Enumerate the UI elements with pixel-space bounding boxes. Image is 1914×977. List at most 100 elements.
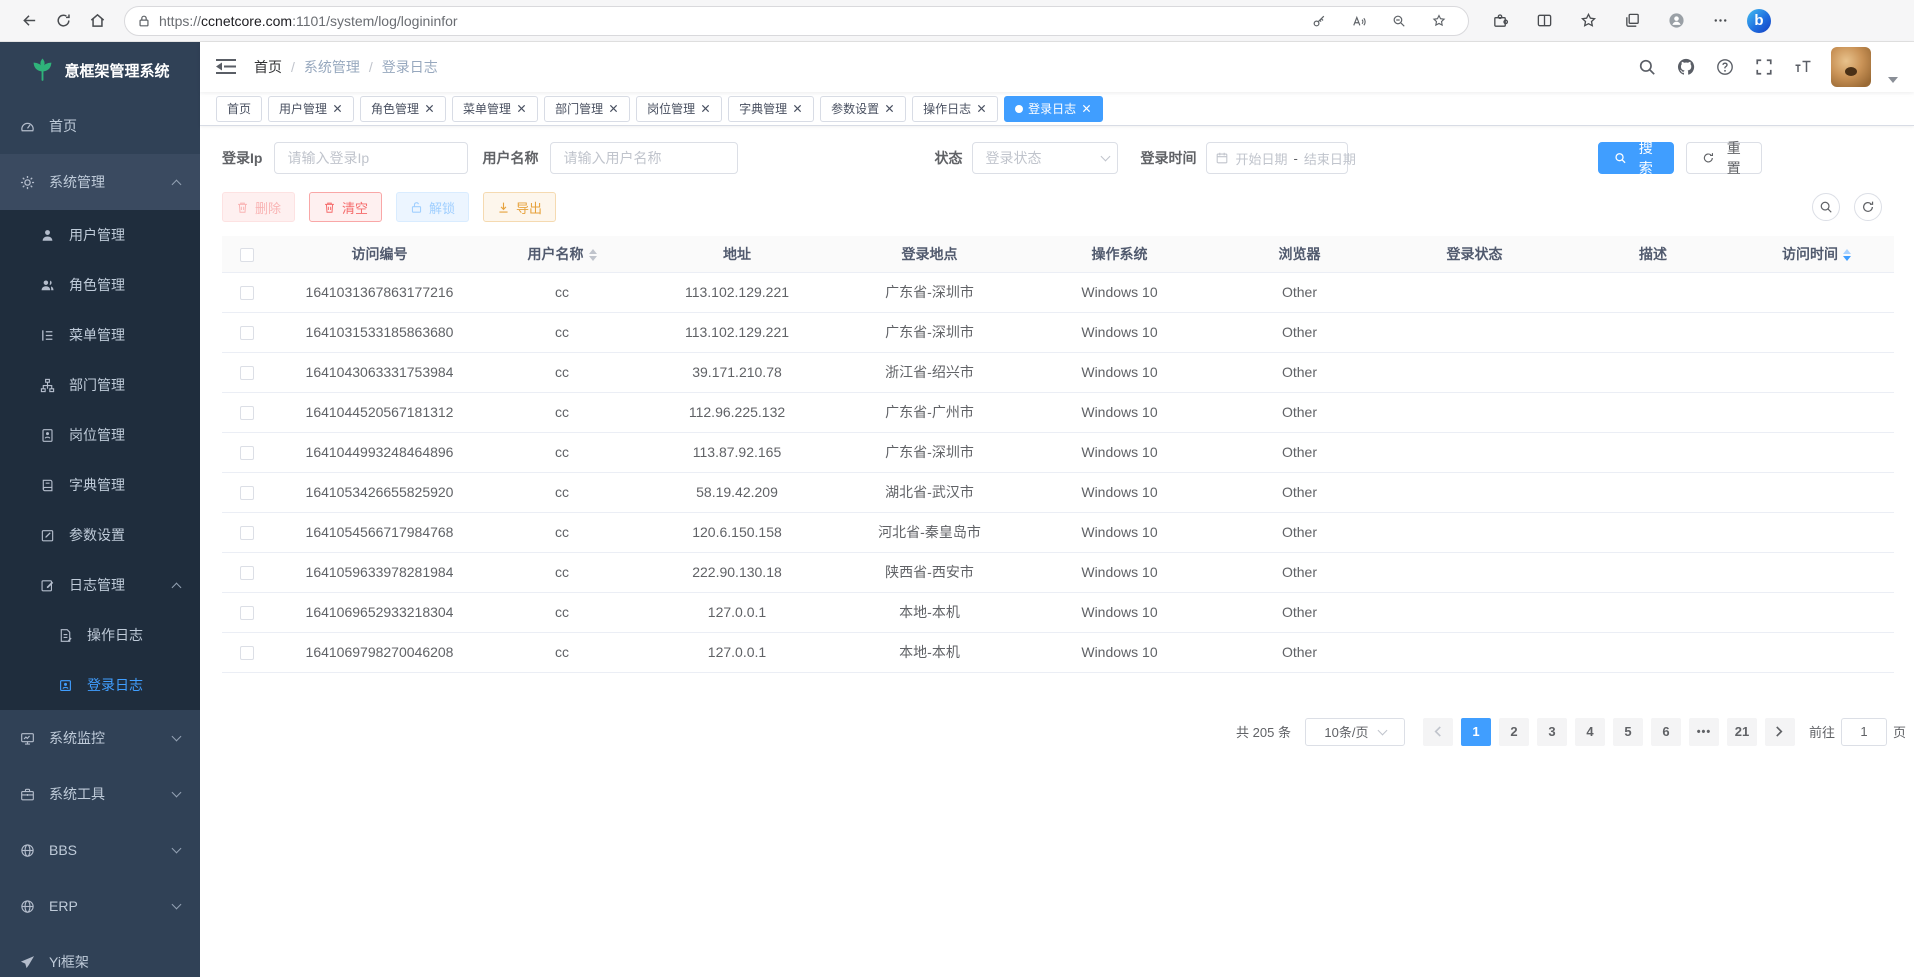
row-checkbox[interactable] <box>240 286 254 300</box>
close-icon[interactable] <box>976 103 987 114</box>
page-button-4[interactable]: 4 <box>1575 718 1605 746</box>
tab-role-mgmt[interactable]: 角色管理 <box>360 96 446 122</box>
tab-user-mgmt[interactable]: 用户管理 <box>268 96 354 122</box>
page-button-last[interactable]: 21 <box>1727 718 1757 746</box>
row-checkbox[interactable] <box>240 486 254 500</box>
table-row[interactable]: 1641053426655825920 cc 58.19.42.209 湖北省-… <box>222 472 1894 512</box>
col-header-visit-time[interactable]: 访问时间 <box>1739 236 1894 272</box>
sidebar-item-log-mgmt[interactable]: 日志管理 <box>0 560 200 610</box>
header-search-icon[interactable] <box>1636 56 1658 78</box>
sidebar-item-system-tools[interactable]: 系统工具 <box>0 766 200 822</box>
sidebar-item-op-log[interactable]: 操作日志 <box>0 610 200 660</box>
clear-button[interactable]: 清空 <box>309 192 382 222</box>
user-avatar[interactable] <box>1831 47 1871 87</box>
table-search-toggle-icon[interactable] <box>1812 193 1840 221</box>
search-button[interactable]: 搜索 <box>1598 142 1674 174</box>
collections-icon[interactable] <box>1615 6 1649 36</box>
close-icon[interactable] <box>608 103 619 114</box>
github-icon[interactable] <box>1675 56 1697 78</box>
browser-more-menu-icon[interactable] <box>1703 6 1737 36</box>
sidebar-item-system-monitor[interactable]: 系统监控 <box>0 710 200 766</box>
delete-button[interactable]: 删除 <box>222 192 295 222</box>
table-row[interactable]: 1641043063331753984 cc 39.171.210.78 浙江省… <box>222 352 1894 392</box>
close-icon[interactable] <box>332 103 343 114</box>
sidebar-item-menu-mgmt[interactable]: 菜单管理 <box>0 310 200 360</box>
sidebar-item-user-mgmt[interactable]: 用户管理 <box>0 210 200 260</box>
sidebar-item-role-mgmt[interactable]: 角色管理 <box>0 260 200 310</box>
table-row[interactable]: 1641031533185863680 cc 113.102.129.221 广… <box>222 312 1894 352</box>
split-screen-icon[interactable] <box>1527 6 1561 36</box>
col-header-description[interactable]: 描述 <box>1567 236 1739 272</box>
address-bar[interactable]: https://ccnetcore.com:1101/system/log/lo… <box>124 6 1469 36</box>
browser-home-icon[interactable] <box>80 6 114 36</box>
page-size-select[interactable]: 10条/页 <box>1305 718 1405 746</box>
url-text[interactable]: https://ccnetcore.com:1101/system/log/lo… <box>159 13 1302 29</box>
close-icon[interactable] <box>424 103 435 114</box>
page-button-6[interactable]: 6 <box>1651 718 1681 746</box>
table-row[interactable]: 1641069652933218304 cc 127.0.0.1 本地-本机 W… <box>222 592 1894 632</box>
table-row[interactable]: 1641069798270046208 cc 127.0.0.1 本地-本机 W… <box>222 632 1894 672</box>
zoom-page-icon[interactable] <box>1382 6 1416 36</box>
more-pages-button[interactable]: ••• <box>1689 718 1719 746</box>
next-page-button[interactable] <box>1765 718 1795 746</box>
close-icon[interactable] <box>792 103 803 114</box>
avatar-caret-down-icon[interactable] <box>1888 77 1898 83</box>
sidebar-item-dict-mgmt[interactable]: 字典管理 <box>0 460 200 510</box>
browser-refresh-icon[interactable] <box>46 6 80 36</box>
bing-copilot-icon[interactable]: b <box>1747 9 1771 33</box>
row-checkbox[interactable] <box>240 646 254 660</box>
sidebar-item-param-settings[interactable]: 参数设置 <box>0 510 200 560</box>
export-button[interactable]: 导出 <box>483 192 556 222</box>
unlock-button[interactable]: 解锁 <box>396 192 469 222</box>
row-checkbox[interactable] <box>240 406 254 420</box>
row-checkbox[interactable] <box>240 566 254 580</box>
user-name-input[interactable] <box>550 142 738 174</box>
sidebar-item-system-mgmt[interactable]: 系统管理 <box>0 154 200 210</box>
tab-dept-mgmt[interactable]: 部门管理 <box>544 96 630 122</box>
table-row[interactable]: 1641044520567181312 cc 112.96.225.132 广东… <box>222 392 1894 432</box>
tab-post-mgmt[interactable]: 岗位管理 <box>636 96 722 122</box>
close-icon[interactable] <box>700 103 711 114</box>
row-checkbox[interactable] <box>240 366 254 380</box>
table-row[interactable]: 1641059633978281984 cc 222.90.130.18 陕西省… <box>222 552 1894 592</box>
sidebar-item-login-log[interactable]: 登录日志 <box>0 660 200 710</box>
read-aloud-icon[interactable] <box>1342 6 1376 36</box>
login-status-select[interactable]: 登录状态 <box>972 142 1118 174</box>
sidebar-item-yi-framework[interactable]: Yi框架 <box>0 934 200 977</box>
table-row[interactable]: 1641054566717984768 cc 120.6.150.158 河北省… <box>222 512 1894 552</box>
password-key-icon[interactable] <box>1302 6 1336 36</box>
tab-param-settings[interactable]: 参数设置 <box>820 96 906 122</box>
font-size-icon[interactable] <box>1792 56 1814 78</box>
sort-icon[interactable] <box>589 249 597 261</box>
row-checkbox[interactable] <box>240 326 254 340</box>
col-header-browser[interactable]: 浏览器 <box>1217 236 1382 272</box>
page-button-2[interactable]: 2 <box>1499 718 1529 746</box>
row-checkbox[interactable] <box>240 606 254 620</box>
col-header-address[interactable]: 地址 <box>637 236 837 272</box>
close-icon[interactable] <box>1081 103 1092 114</box>
tab-menu-mgmt[interactable]: 菜单管理 <box>452 96 538 122</box>
add-favorite-star-icon[interactable] <box>1422 6 1456 36</box>
prev-page-button[interactable] <box>1423 718 1453 746</box>
login-time-range-picker[interactable]: 开始日期 - 结束日期 <box>1206 142 1348 174</box>
breadcrumb-home[interactable]: 首页 <box>254 57 282 77</box>
sidebar-item-bbs[interactable]: BBS <box>0 822 200 878</box>
sidebar-item-erp[interactable]: ERP <box>0 878 200 934</box>
table-refresh-icon[interactable] <box>1854 193 1882 221</box>
page-button-5[interactable]: 5 <box>1613 718 1643 746</box>
col-header-os[interactable]: 操作系统 <box>1022 236 1217 272</box>
col-header-location[interactable]: 登录地点 <box>837 236 1022 272</box>
row-checkbox[interactable] <box>240 526 254 540</box>
page-button-3[interactable]: 3 <box>1537 718 1567 746</box>
table-row[interactable]: 1641044993248464896 cc 113.87.92.165 广东省… <box>222 432 1894 472</box>
help-icon[interactable] <box>1714 56 1736 78</box>
sidebar-item-post-mgmt[interactable]: 岗位管理 <box>0 410 200 460</box>
tab-login-log[interactable]: 登录日志 <box>1004 96 1103 122</box>
browser-profile-icon[interactable] <box>1659 6 1693 36</box>
sidebar-item-home[interactable]: 首页 <box>0 98 200 154</box>
app-logo[interactable]: 意框架管理系统 <box>0 42 200 98</box>
extensions-puzzle-icon[interactable] <box>1483 6 1517 36</box>
login-ip-input[interactable] <box>274 142 468 174</box>
sidebar-item-dept-mgmt[interactable]: 部门管理 <box>0 360 200 410</box>
tab-home[interactable]: 首页 <box>216 96 262 122</box>
